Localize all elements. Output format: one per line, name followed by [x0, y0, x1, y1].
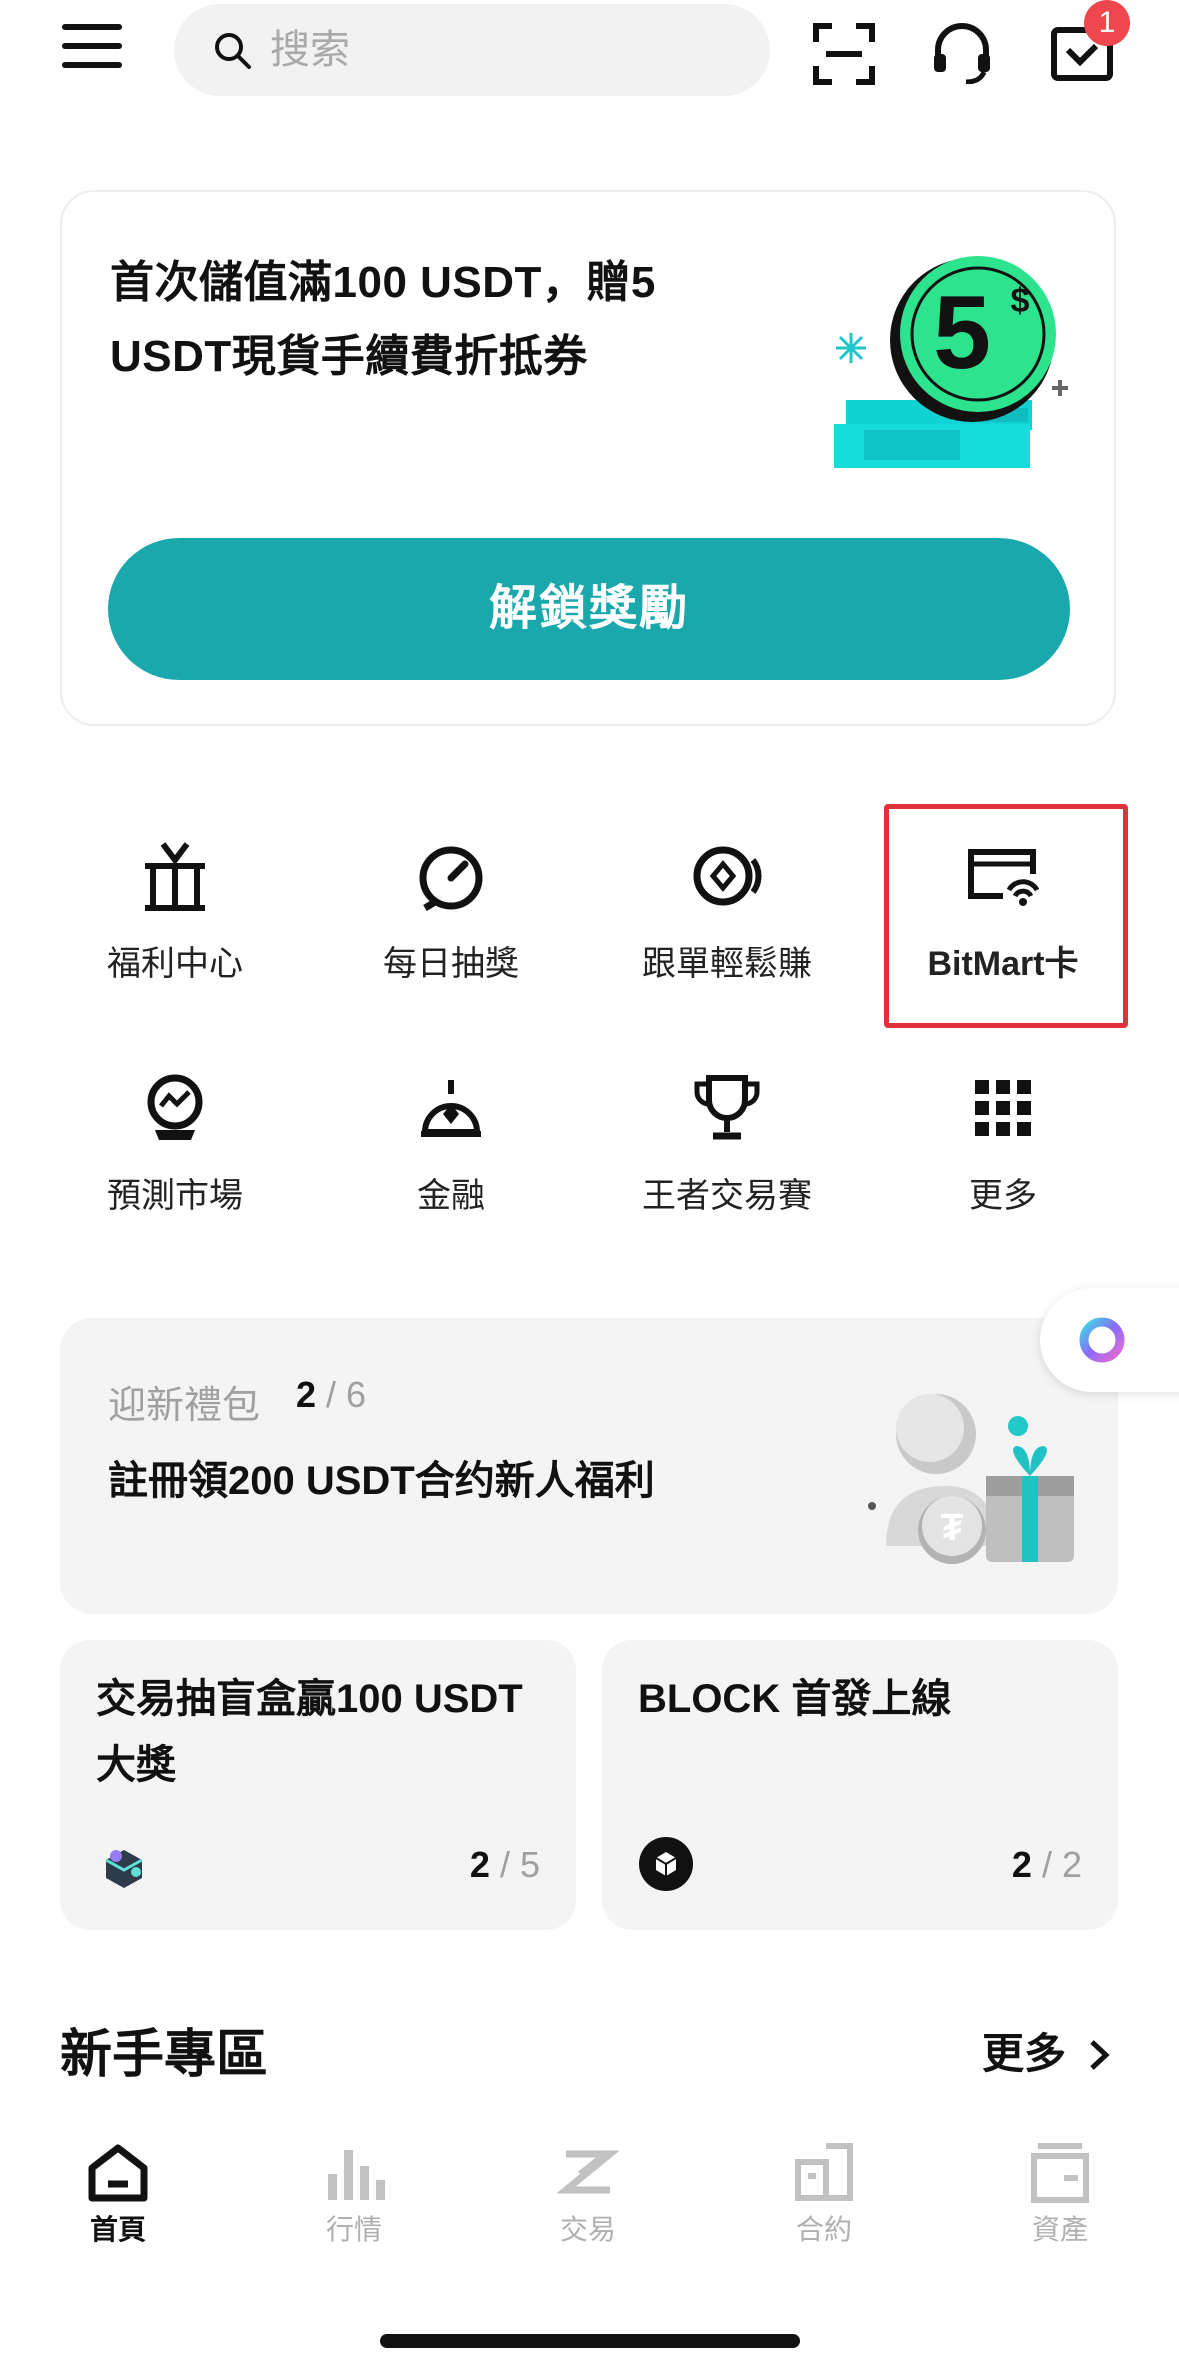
coin-value: 5	[933, 275, 991, 391]
quick-action-finance[interactable]: 金融	[316, 1068, 586, 1238]
quick-action-label: 金融	[417, 1177, 485, 1215]
newbie-zone-more-link[interactable]: 更多	[982, 2020, 1112, 2081]
nav-contract[interactable]: 合約	[744, 2140, 904, 2248]
newbie-pack-card[interactable]: 迎新禮包 2 / 6 註冊領200 USDT合约新人福利 ₮	[60, 1318, 1118, 1614]
quick-action-prediction-market[interactable]: 預測市場	[40, 1068, 310, 1238]
quick-action-label: 預測市場	[107, 1177, 243, 1215]
lottery-wheel-icon	[419, 846, 483, 912]
menu-icon[interactable]	[62, 24, 122, 74]
contract-icon	[795, 2143, 853, 2201]
search-input[interactable]: 搜索	[174, 4, 770, 96]
search-placeholder: 搜索	[270, 28, 350, 72]
newbie-pack-progress: 2 / 6	[296, 1374, 367, 1415]
blind-box-icon	[105, 1850, 143, 1888]
block-launch-task-card[interactable]: BLOCK 首發上線 2 / 2	[602, 1640, 1118, 1930]
quick-action-trading-championship[interactable]: 王者交易賽	[592, 1068, 862, 1238]
deposit-promo-card[interactable]: 首次儲值滿100 USDT，贈5 USDT現貨手續費折抵券 5 $ 解鎖獎勵	[60, 190, 1116, 726]
quick-action-daily-lottery[interactable]: 每日抽獎	[316, 836, 586, 1006]
notification-badge: 1	[1084, 0, 1130, 46]
nav-home[interactable]: 首頁	[38, 2140, 198, 2248]
headset-icon[interactable]	[930, 20, 994, 84]
unlock-reward-button[interactable]: 解鎖獎勵	[108, 538, 1070, 680]
gift-user-illustration: ₮	[868, 1394, 1074, 1564]
task-card-progress: 2 / 2	[1011, 1844, 1082, 1885]
trade-icon	[556, 2150, 620, 2194]
home-indicator	[380, 2334, 800, 2348]
home-icon	[88, 2144, 148, 2202]
promo-title: 首次儲值滿100 USDT，贈5 USDT現貨手續費折抵券	[110, 258, 656, 381]
task-card-progress: 2 / 5	[469, 1844, 540, 1885]
gift-icon	[145, 842, 205, 911]
quick-action-label: 福利中心	[107, 945, 243, 983]
quick-action-more[interactable]: 更多	[868, 1068, 1138, 1238]
task-card-title: 交易抽盲盒贏100 USDT 大獎	[96, 1677, 523, 1787]
coin-unit: $	[1011, 282, 1030, 320]
quick-action-label: 王者交易賽	[642, 1177, 812, 1215]
nav-assets[interactable]: 資產	[980, 2140, 1140, 2248]
newbie-zone-title: 新手專區	[60, 2026, 269, 2084]
newbie-pack-subtitle: 迎新禮包	[108, 1385, 261, 1427]
wallet-icon	[1031, 2143, 1089, 2203]
coin-5-usdt-icon: 5 $	[834, 256, 1068, 468]
ai-ring-icon	[1079, 1317, 1125, 1363]
grid-icon	[975, 1080, 1031, 1136]
finance-icon	[421, 1080, 481, 1137]
quick-action-label: 跟單輕鬆賺	[642, 945, 812, 983]
nav-trade[interactable]: 交易	[508, 2140, 668, 2248]
copy-trade-icon	[693, 846, 762, 906]
market-bars-icon	[328, 2150, 385, 2200]
quick-action-label: 更多	[969, 1177, 1037, 1215]
bottom-nav: 首頁 行情 交易 合約 資產	[0, 2140, 1179, 2260]
scan-icon[interactable]	[812, 22, 876, 86]
nav-market[interactable]: 行情	[274, 2140, 434, 2248]
task-card-title: BLOCK 首發上線	[638, 1677, 952, 1721]
quick-action-label: 每日抽獎	[383, 945, 519, 983]
prediction-globe-icon	[147, 1074, 203, 1140]
quick-action-copy-trade[interactable]: 跟單輕鬆賺	[592, 836, 862, 1006]
newbie-pack-title: 註冊領200 USDT合约新人福利	[108, 1459, 655, 1503]
quick-action-welfare-center[interactable]: 福利中心	[40, 836, 310, 1006]
svg-text:₮: ₮	[940, 1507, 963, 1549]
trophy-icon	[694, 1075, 760, 1140]
blind-box-task-card[interactable]: 交易抽盲盒贏100 USDT 大獎 2 / 5	[60, 1640, 576, 1930]
ai-assistant-float-button[interactable]	[1040, 1288, 1179, 1392]
highlight-frame	[884, 804, 1128, 1028]
chevron-right-icon	[1089, 2040, 1110, 2070]
search-icon	[215, 33, 251, 69]
block-token-icon	[639, 1837, 693, 1891]
